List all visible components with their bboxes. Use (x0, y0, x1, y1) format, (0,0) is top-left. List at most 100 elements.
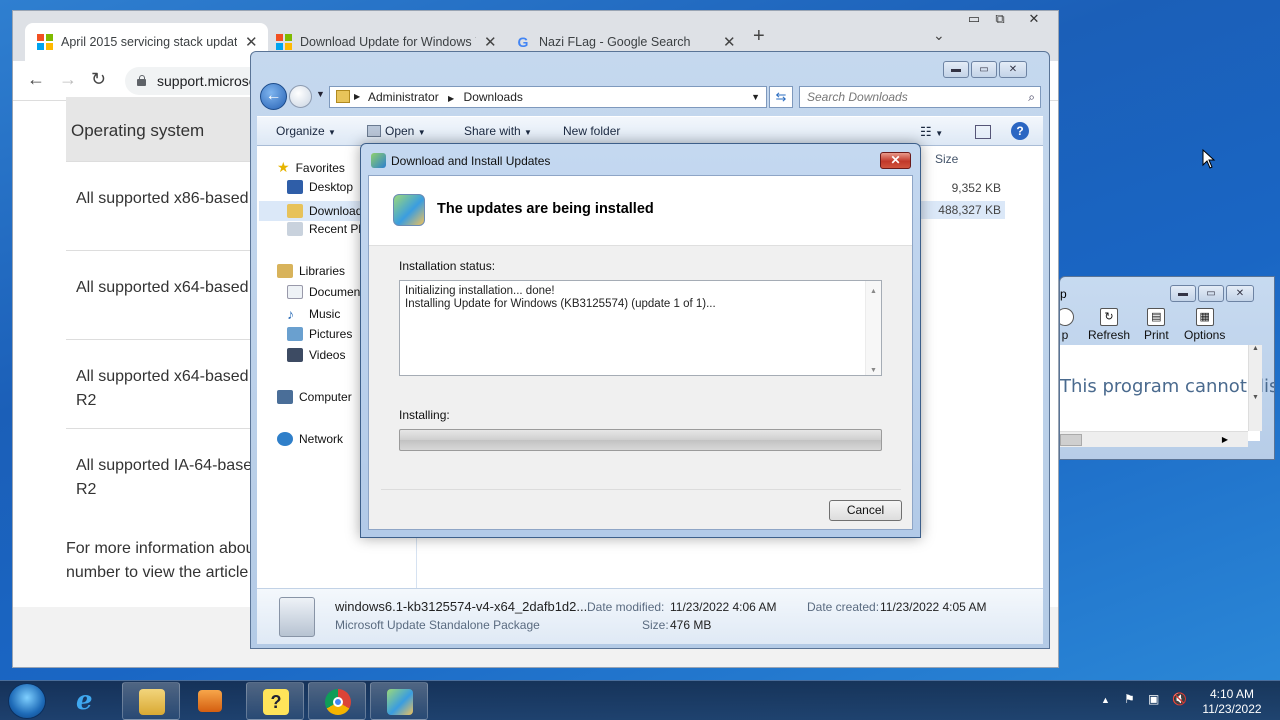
nav-documents[interactable]: Documents (287, 285, 370, 299)
preview-pane-icon[interactable] (975, 125, 991, 139)
breadcrumb-administrator[interactable]: Administrator (368, 90, 439, 104)
help-content: This program cannot display (1060, 345, 1274, 441)
action-center-flag-icon[interactable]: ⚑ (1124, 692, 1135, 706)
install-progress-bar (399, 429, 882, 451)
close-button[interactable]: ✕ (1023, 11, 1045, 27)
status-scrollbar[interactable]: ▲ ▼ (865, 281, 881, 375)
taskbar: e ? ▲ ⚑ ▣ 🔇 4:10 AM 11/23/2022 (0, 680, 1280, 720)
scroll-thumb[interactable] (1060, 434, 1082, 446)
close-button[interactable]: ✕ (1226, 285, 1254, 302)
horizontal-scrollbar[interactable]: ▶ (1060, 431, 1248, 447)
start-button[interactable] (8, 683, 46, 719)
nav-network[interactable]: Network (277, 432, 343, 446)
network-tray-icon[interactable]: ▣ (1148, 692, 1159, 706)
lock-icon (137, 75, 146, 86)
nav-favorites[interactable]: ★ Favorites (277, 159, 345, 176)
back-icon[interactable]: ← (27, 69, 45, 90)
search-icon[interactable]: ⌕ (1028, 87, 1035, 107)
tab-close-icon[interactable]: ✕ (723, 33, 736, 51)
back-button[interactable]: ← (260, 83, 287, 110)
nav-desktop[interactable]: Desktop (287, 180, 353, 194)
refresh-icon[interactable]: ⇆ (769, 86, 793, 108)
view-options-icon[interactable]: ☷ ▼ (920, 124, 943, 140)
star-icon: ★ (277, 159, 290, 175)
size-column-header[interactable]: Size (935, 152, 958, 166)
microsoft-logo-icon (37, 34, 53, 50)
nav-music[interactable]: ♪ Music (287, 306, 340, 322)
tab-servicing-stack[interactable]: April 2015 servicing stack update ✕ (25, 23, 268, 61)
nav-computer[interactable]: Computer (277, 390, 352, 404)
taskbar-internet-explorer[interactable]: e (62, 682, 118, 720)
dialog-close-button[interactable]: ✕ (880, 152, 911, 169)
back-toolbar-button[interactable]: p (1060, 308, 1074, 342)
organize-menu[interactable]: Organize ▼ (276, 124, 336, 138)
address-dropdown-icon[interactable]: ▼ (751, 87, 760, 107)
address-bar[interactable]: ▶ Administrator ▶ Downloads ▼ (329, 86, 767, 108)
refresh-toolbar-button[interactable]: ↻ Refresh (1088, 308, 1130, 342)
pictures-icon (287, 327, 303, 341)
status-line: Initializing installation... done! (405, 285, 555, 297)
folder-icon (336, 90, 350, 103)
recent-places-icon (287, 222, 303, 236)
window-title: p (1060, 287, 1067, 301)
maximize-button[interactable]: ▭ (1198, 285, 1224, 302)
reload-icon[interactable]: ↻ (91, 69, 106, 90)
dialog-heading: The updates are being installed (437, 201, 654, 217)
new-folder-button[interactable]: New folder (563, 124, 620, 138)
minimize-button[interactable]: ▬ (943, 61, 969, 78)
forward-button[interactable] (289, 85, 312, 108)
options-icon: ▦ (1195, 308, 1214, 326)
divider (381, 489, 901, 490)
recent-pages-icon[interactable]: ▼ (316, 89, 325, 99)
nav-pictures[interactable]: Pictures (287, 327, 352, 341)
forward-icon[interactable]: → (59, 69, 77, 90)
minimize-button[interactable]: ▭ (963, 11, 985, 27)
options-toolbar-button[interactable]: ▦ Options (1184, 308, 1225, 342)
minimize-button[interactable]: ▬ (1170, 285, 1196, 302)
tab-search-icon[interactable]: ⌄ (933, 27, 945, 44)
close-button[interactable]: ✕ (999, 61, 1027, 78)
help-icon[interactable]: ? (1011, 122, 1029, 140)
status-textbox[interactable]: Initializing installation... done! Insta… (399, 280, 882, 376)
cancel-button[interactable]: Cancel (829, 500, 902, 521)
print-toolbar-button[interactable]: ▤ Print (1144, 308, 1169, 342)
computer-icon (277, 390, 293, 404)
page-footer-text: For more information about number to vie… (66, 540, 259, 581)
taskbar-media-player[interactable] (182, 682, 238, 720)
status-label: Installation status: (399, 259, 496, 273)
search-input[interactable]: Search Downloads ⌕ (799, 86, 1041, 108)
share-with-menu[interactable]: Share with ▼ (464, 124, 532, 138)
mouse-cursor-icon (1202, 149, 1216, 169)
taskbar-windows-update[interactable] (370, 682, 428, 720)
taskbar-help[interactable]: ? (246, 682, 304, 720)
show-hidden-icons[interactable]: ▲ (1101, 695, 1110, 705)
maximize-button[interactable]: ▭ (971, 61, 997, 78)
clock-time: 4:10 AM (1209, 687, 1255, 701)
taskbar-chrome[interactable] (308, 682, 366, 720)
detail-created-label: Date created: (807, 600, 880, 614)
vertical-scrollbar[interactable]: ▲ ▼ (1248, 345, 1262, 431)
details-pane: windows6.1-kb3125574-v4-x64_2dafb1d2... … (257, 588, 1043, 644)
detail-modified: 11/23/2022 4:06 AM (670, 600, 777, 614)
install-updates-dialog: Download and Install Updates ✕ The updat… (360, 143, 921, 538)
dialog-header: The updates are being installed (369, 176, 912, 246)
scroll-right-icon[interactable]: ▶ (1222, 435, 1228, 444)
taskbar-explorer[interactable] (122, 682, 180, 720)
tab-close-icon[interactable]: ✕ (484, 33, 497, 51)
tab-close-icon[interactable]: ✕ (245, 33, 258, 51)
breadcrumb-downloads[interactable]: Downloads (464, 90, 523, 104)
volume-muted-icon[interactable]: 🔇 (1172, 692, 1187, 706)
maximize-button[interactable]: ⧉ (989, 11, 1011, 27)
nav-videos[interactable]: Videos (287, 348, 345, 362)
libraries-icon (277, 264, 293, 278)
nav-libraries[interactable]: Libraries (277, 264, 345, 278)
detail-size-label: Size: (642, 618, 669, 632)
downloads-folder-icon (287, 204, 303, 218)
command-bar: Organize ▼ Open ▼ Share with ▼ New folde… (257, 116, 1043, 146)
system-clock[interactable]: 4:10 AM 11/23/2022 (1196, 687, 1268, 717)
open-menu[interactable]: Open ▼ (367, 124, 426, 138)
detail-modified-label: Date modified: (587, 600, 665, 614)
new-tab-button[interactable]: + (753, 25, 765, 48)
tab-title: April 2015 servicing stack update (61, 35, 237, 49)
open-icon (367, 125, 381, 137)
